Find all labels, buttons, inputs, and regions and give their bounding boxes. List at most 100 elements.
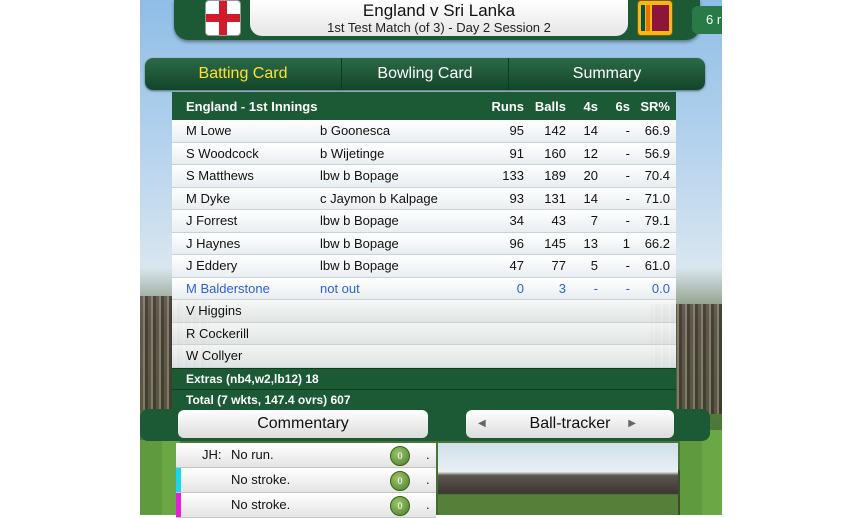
batter-initials: JH: [202,447,222,462]
batter-row[interactable]: W Collyer [172,345,676,368]
balls: 160 [544,145,566,161]
tab-bar: Batting Card Bowling Card Summary [145,58,705,90]
batter-name: S Woodcock [186,145,259,161]
commentary-text: No stroke. [231,472,291,487]
runs: 34 [509,213,524,229]
batter-row[interactable]: M Lowe b Goonesca 95 142 14 -66.9 [172,120,676,143]
dismissal: lbw b Bopage [320,235,399,251]
scorecard-header: England - 1st Innings Runs Balls 4s 6s S… [172,92,676,120]
batter-name: J Eddery [186,258,238,274]
strike-rate: 66.9 [644,123,670,139]
dismissal: lbw b Bopage [320,258,399,274]
ball-tracker-selector[interactable]: Ball-tracker ◀ ▶ [466,410,674,438]
ball-dot: . [426,472,430,487]
ball-tracker-view [438,443,678,515]
commentary-text: No stroke. [231,497,291,512]
sri-lanka-flag-icon [637,0,673,36]
batter-color-marker [176,493,181,517]
runs: 91 [509,145,524,161]
fours: 7 [590,213,598,229]
outfield-left [140,440,180,515]
runs: 93 [509,190,524,206]
batter-row[interactable]: J Haynes lbw b Bopage 96 145 13 1 66.2 [172,232,676,255]
match-title-box: England v Sri Lanka 1st Test Match (of 3… [250,0,628,36]
dismissal: b Wijetinge [320,145,385,161]
tab-summary[interactable]: Summary [509,58,705,90]
runs: 47 [509,258,524,274]
sixes: - [625,168,630,184]
batting-scorecard: England - 1st Innings Runs Balls 4s 6s S… [172,92,676,410]
col-strike-rate: SR% [640,98,670,114]
batter-name: W Collyer [186,348,243,364]
sixes: - [625,280,630,296]
match-title: England v Sri Lanka [362,1,516,20]
ball-runs-icon: 0 [390,471,410,491]
ball-tracker-label: Ball-tracker [529,415,611,432]
sixes: - [625,258,630,274]
batter-row[interactable]: J Forrest lbw b Bopage 34 43 7 -79.1 [172,210,676,233]
runs: 96 [509,235,524,251]
strike-rate: 70.4 [644,168,670,184]
batter-name: V Higgins [186,303,242,319]
balls: 43 [551,213,566,229]
commentary-row[interactable]: JH: No run. 0. [176,443,436,468]
dismissal: lbw b Bopage [320,168,399,184]
fours: 14 [583,190,598,206]
commentary-text: No run. [231,447,274,462]
sixes: 1 [622,235,630,251]
balls: 189 [544,168,566,184]
prev-arrow-icon[interactable]: ◀ [478,410,486,438]
total-line: Total (7 wkts, 147.4 ovrs) 607 [172,388,676,410]
sixes: - [625,123,630,139]
commentary-row[interactable]: No stroke. 0. [176,468,436,493]
balls: 142 [544,123,566,139]
tab-bowling-card[interactable]: Bowling Card [342,58,509,90]
strike-rate: 79.1 [644,213,670,229]
batter-name: S Matthews [186,168,254,184]
batter-row[interactable]: M Balderstone not out 0 3 - - 0.0 [172,277,676,300]
tab-batting-card[interactable]: Batting Card [145,58,342,90]
fours: - [593,280,598,296]
balls: 145 [544,235,566,251]
sixes: - [625,145,630,161]
strike-rate: 61.0 [644,258,670,274]
balls: 131 [544,190,566,206]
runs: 0 [516,280,524,296]
batter-row[interactable]: R Cockerill [172,322,676,345]
commentary-row[interactable]: No stroke. 0. [176,493,436,518]
batter-row[interactable]: S Matthews lbw b Bopage 133 189 20 -70.4 [172,165,676,188]
dismissal: lbw b Bopage [320,213,399,229]
dismissal: b Goonesca [320,123,391,139]
commentary-button[interactable]: Commentary [178,410,428,438]
dismissal: c Jaymon b Kalpage [320,190,438,206]
col-balls: Balls [534,98,566,114]
fours: 14 [583,123,598,139]
batter-color-marker [176,468,181,492]
col-fours: 4s [583,98,598,114]
batter-name: R Cockerill [186,325,249,341]
next-arrow-icon[interactable]: ▶ [628,410,636,438]
innings-title: England - 1st Innings [186,98,318,114]
strike-rate: 66.2 [644,235,670,251]
fours: 5 [590,258,598,274]
batter-name: J Forrest [186,213,238,229]
score-peek[interactable]: 6 r [692,6,722,34]
strike-rate: 0.0 [651,280,670,296]
batter-name: M Lowe [186,123,232,139]
batter-name: J Haynes [186,235,241,251]
batter-row[interactable]: S Woodcock b Wijetinge 91 160 12 -56.9 [172,142,676,165]
fours: 13 [583,235,598,251]
batter-row[interactable]: M Dyke c Jaymon b Kalpage 93 131 14 -71.0 [172,187,676,210]
ball-dot: . [426,447,430,462]
sixes: - [625,190,630,206]
batter-row[interactable]: J Eddery lbw b Bopage 47 77 5 -61.0 [172,255,676,278]
col-runs: Runs [491,98,525,114]
sixes: - [625,213,630,229]
strike-rate: 71.0 [644,190,670,206]
ball-runs-icon: 0 [390,446,410,466]
strike-rate: 56.9 [644,145,670,161]
batter-row[interactable]: V Higgins [172,300,676,323]
england-flag-icon [205,0,241,36]
fours: 12 [583,145,598,161]
extras-line: Extras (nb4,w2,lb12) 18 [172,367,676,389]
